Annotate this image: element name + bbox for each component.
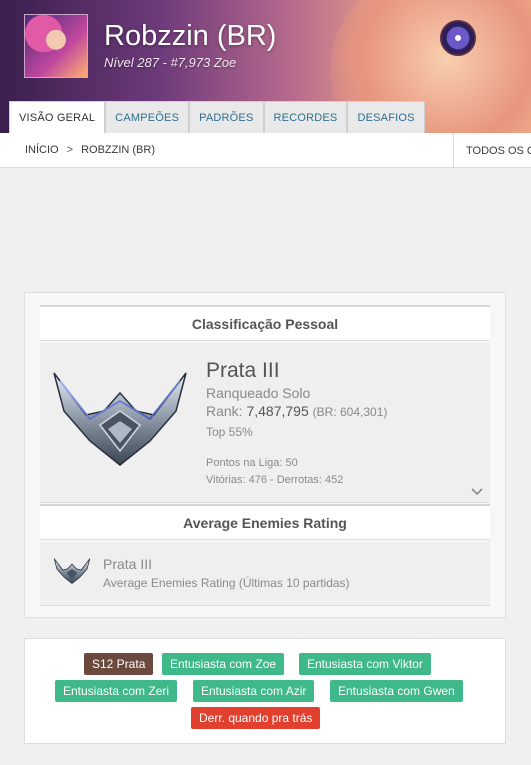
- badge-season: S12 Prata: [84, 653, 154, 675]
- rank-position: Rank: 7,487,795 (BR: 604,301): [206, 403, 387, 419]
- tab-challenges[interactable]: DESAFIOS: [347, 101, 425, 133]
- badge-enthusiast-viktor: Entusiasta com Viktor: [299, 653, 431, 675]
- enemies-rating-subtitle: Average Enemies Rating (Últimas 10 parti…: [103, 576, 350, 590]
- rating-panel: Classificação Pessoal Prata III Ranquead…: [24, 292, 506, 618]
- summoner-name: Robzzin (BR): [104, 20, 277, 52]
- badge-enthusiast-gwen: Entusiasta com Gwen: [330, 680, 463, 702]
- enemies-rating-heading: Average Enemies Rating: [40, 504, 490, 540]
- silver-rank-emblem-icon: [53, 372, 187, 466]
- rank-top-percent: Top 55%: [206, 425, 253, 439]
- badge-enthusiast-zoe: Entusiasta com Zoe: [162, 653, 285, 675]
- breadcrumb-separator: >: [66, 144, 74, 156]
- rank-queue: Ranqueado Solo: [206, 385, 311, 401]
- badge-enthusiast-azir: Entusiasta com Azir: [193, 680, 315, 702]
- all-champions-link[interactable]: TODOS OS CA: [453, 133, 531, 168]
- league-points: Pontos na Liga: 50: [206, 457, 298, 469]
- rank-label: Rank:: [206, 403, 243, 419]
- tab-records[interactable]: RECORDES: [263, 101, 348, 133]
- breadcrumb-bar: INÍCIO > ROBZZIN (BR) TODOS OS CA: [0, 133, 531, 168]
- profile-header: Robzzin (BR) Nível 287 - #7,973 Zoe VISÃ…: [0, 0, 531, 133]
- breadcrumb: INÍCIO > ROBZZIN (BR): [25, 144, 155, 156]
- silver-rank-emblem-icon: [53, 558, 91, 584]
- profile-tabs: VISÃO GERAL CAMPEÕES PADRÕES RECORDES DE…: [9, 101, 425, 133]
- wins-losses: Vitórias: 476 - Derrotas: 452: [206, 474, 344, 486]
- tab-patterns[interactable]: PADRÕES: [189, 101, 264, 133]
- avatar: [24, 14, 88, 78]
- splash-art-eye: [440, 20, 476, 56]
- personal-rating-box: Prata III Ranqueado Solo Rank: 7,487,795…: [40, 343, 490, 503]
- chevron-down-icon[interactable]: [470, 487, 484, 497]
- rank-value: 7,487,795: [246, 403, 309, 419]
- badge-behind-losses: Derr. quando pra trás: [191, 707, 321, 729]
- personal-rating-heading: Classificação Pessoal: [40, 305, 490, 341]
- rank-region: (BR: 604,301): [312, 405, 388, 419]
- badge-enthusiast-zeri: Entusiasta com Zeri: [55, 680, 178, 702]
- rank-tier: Prata III: [206, 359, 280, 382]
- summoner-level: Nível 287 - #7,973 Zoe: [104, 55, 237, 70]
- badges-panel: S12 Prata Entusiasta com Zoe Entusiasta …: [24, 638, 506, 744]
- tab-overview[interactable]: VISÃO GERAL: [9, 101, 106, 133]
- enemies-rating-box: Prata III Average Enemies Rating (Última…: [40, 542, 490, 606]
- breadcrumb-current[interactable]: ROBZZIN (BR): [81, 144, 155, 156]
- tab-champions[interactable]: CAMPEÕES: [105, 101, 190, 133]
- enemies-rank-tier: Prata III: [103, 556, 153, 572]
- breadcrumb-home[interactable]: INÍCIO: [25, 144, 59, 156]
